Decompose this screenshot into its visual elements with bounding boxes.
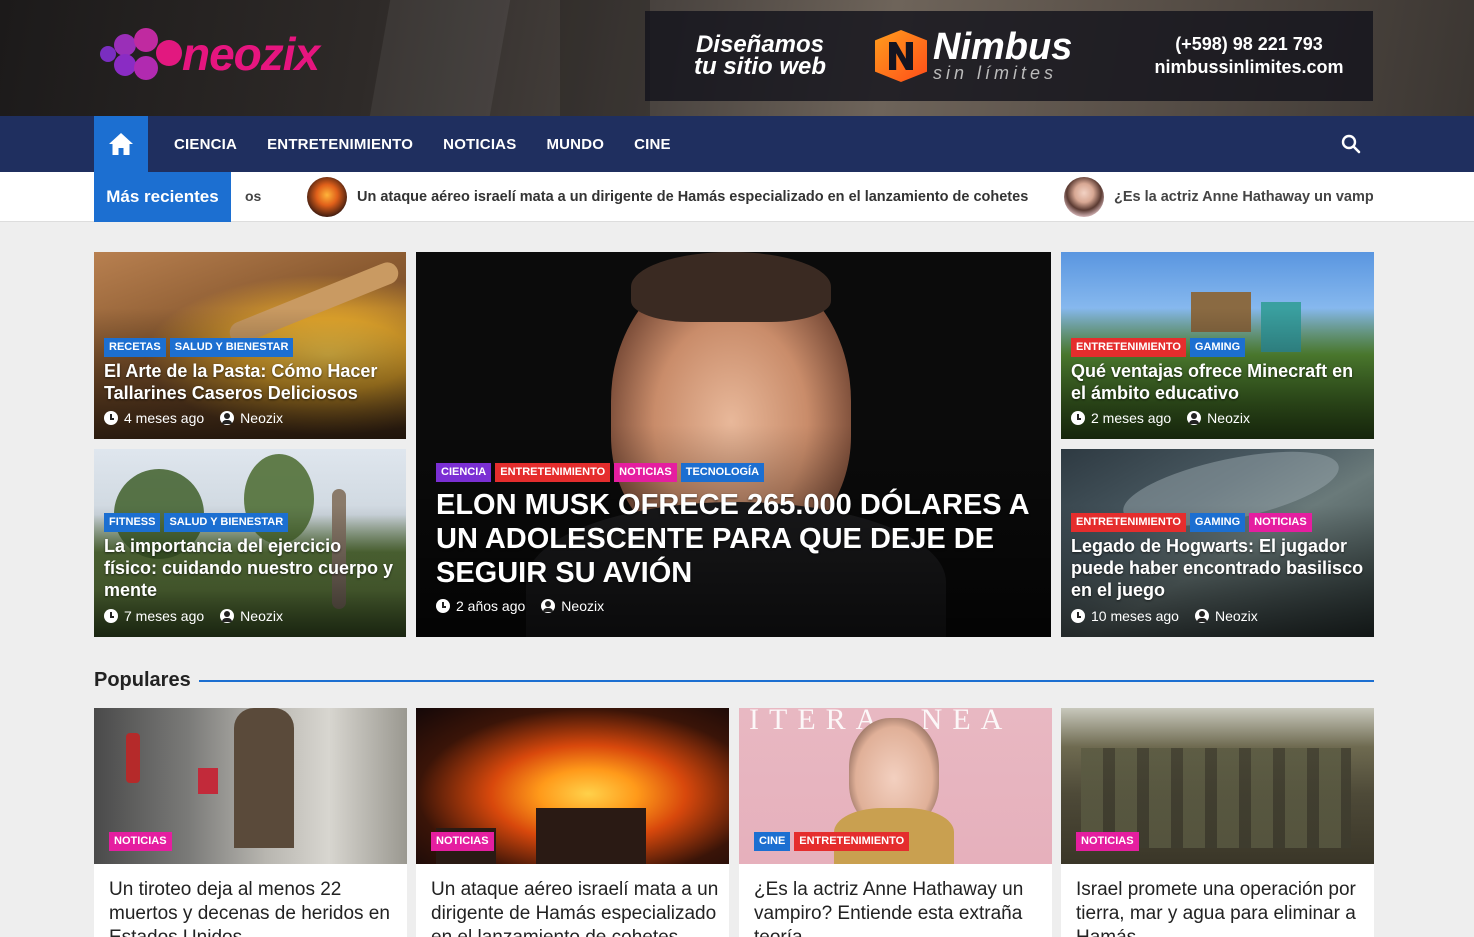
ticker-track: os Un ataque aéreo israelí mata a un dir…: [245, 172, 1373, 222]
ticker-item-title: Un ataque aéreo israelí mata a un dirige…: [357, 189, 1029, 205]
ad-tagline: Diseñamos tu sitio web: [645, 33, 875, 80]
home-button[interactable]: [94, 116, 148, 172]
category-badge[interactable]: NOTICIAS: [109, 832, 172, 851]
user-icon: [1194, 609, 1209, 623]
post-time: 4 meses ago: [124, 410, 205, 426]
popular-card[interactable]: ITERA NEA CINE ENTRETENIMIENTO ¿Es la ac…: [739, 708, 1052, 937]
popular-card-title[interactable]: Un ataque aéreo israelí mata a un dirige…: [431, 878, 721, 937]
clock-icon: [436, 599, 450, 613]
category-badge[interactable]: CINE: [754, 832, 791, 851]
nav-item-mundo[interactable]: MUNDO: [531, 136, 619, 153]
search-icon[interactable]: [1340, 133, 1362, 155]
popular-card[interactable]: NOTICIAS Un ataque aéreo israelí mata a …: [416, 708, 729, 937]
ticker-item[interactable]: Un ataque aéreo israelí mata a un dirige…: [307, 177, 1028, 217]
featured-card-minecraft[interactable]: ENTRETENIMIENTO GAMING Qué ventajas ofre…: [1061, 252, 1374, 439]
card-meta: 2 años ago Neozix: [436, 598, 604, 614]
category-badge[interactable]: NOTICIAS: [431, 832, 494, 851]
category-badge[interactable]: SALUD Y BIENESTAR: [169, 338, 294, 357]
header-background: [369, 0, 511, 116]
clock-icon: [104, 609, 118, 623]
featured-card-main[interactable]: CIENCIA ENTRETENIMIENTO NOTICIAS TECNOLO…: [416, 252, 1051, 637]
card-title[interactable]: La importancia del ejercicio físico: cui…: [104, 535, 399, 601]
clock-icon: [1071, 411, 1085, 425]
nav-item-entretenimiento[interactable]: ENTRETENIMIENTO: [252, 136, 428, 153]
main-navigation: CIENCIA ENTRETENIMIENTO NOTICIAS MUNDO C…: [0, 116, 1474, 172]
popular-card[interactable]: NOTICIAS Israel promete una operación po…: [1061, 708, 1374, 937]
category-badge[interactable]: SALUD Y BIENESTAR: [164, 513, 289, 532]
header-background-shadow: [560, 0, 650, 116]
site-logo[interactable]: neozix: [98, 24, 320, 84]
category-badge[interactable]: ENTRETENIMIENTO: [794, 832, 910, 851]
category-badge[interactable]: FITNESS: [104, 513, 161, 532]
post-author[interactable]: Neozix: [240, 410, 283, 426]
ticker-thumbnail: [1064, 177, 1104, 217]
featured-card-fitness[interactable]: FITNESS SALUD Y BIENESTAR La importancia…: [94, 449, 406, 637]
card-title[interactable]: Legado de Hogwarts: El jugador puede hab…: [1071, 535, 1366, 601]
ad-brand-subtitle: sin límites: [933, 63, 1058, 83]
post-time: 7 meses ago: [124, 608, 205, 624]
featured-card-hogwarts[interactable]: ENTRETENIMIENTO GAMING NOTICIAS Legado d…: [1061, 449, 1374, 637]
latest-ticker: Más recientes os Un ataque aéreo israelí…: [0, 172, 1474, 222]
post-author[interactable]: Neozix: [240, 608, 283, 624]
ticker-item[interactable]: ¿Es la actriz Anne Hathaway un vampi: [1064, 177, 1373, 217]
category-badge[interactable]: NOTICIAS: [1076, 832, 1139, 851]
category-badge[interactable]: GAMING: [1189, 513, 1246, 532]
category-badge[interactable]: RECETAS: [104, 338, 166, 357]
nimbus-logo-icon: [875, 30, 927, 82]
ad-website: nimbussinlimites.com: [1154, 57, 1344, 77]
post-author[interactable]: Neozix: [1207, 410, 1250, 426]
card-meta: 7 meses ago Neozix: [104, 608, 283, 624]
clock-icon: [1071, 609, 1085, 623]
section-divider: [199, 680, 1374, 682]
section-title-populares: Populares: [94, 669, 191, 691]
category-badge[interactable]: NOTICIAS: [1249, 513, 1312, 532]
popular-card-title[interactable]: Israel promete una operación por tierra,…: [1076, 878, 1366, 937]
nav-item-noticias[interactable]: NOTICIAS: [428, 136, 531, 153]
ticker-thumbnail: [307, 177, 347, 217]
post-author[interactable]: Neozix: [561, 598, 604, 614]
ticker-item-title: ¿Es la actriz Anne Hathaway un vampi: [1114, 189, 1373, 205]
nav-item-ciencia[interactable]: CIENCIA: [159, 136, 252, 153]
card-title[interactable]: ELON MUSK OFRECE 265.000 DÓLARES A UN AD…: [436, 488, 1036, 590]
clock-icon: [104, 411, 118, 425]
card-meta: 4 meses ago Neozix: [104, 410, 283, 426]
card-title[interactable]: Qué ventajas ofrece Minecraft en el ámbi…: [1071, 360, 1366, 404]
category-badge[interactable]: ENTRETENIMIENTO: [495, 463, 611, 482]
user-icon: [1187, 411, 1202, 425]
user-icon: [220, 609, 235, 623]
logo-icon: [98, 24, 186, 84]
popular-card-title[interactable]: Un tiroteo deja al menos 22 muertos y de…: [109, 878, 399, 937]
category-badge[interactable]: NOTICIAS: [614, 463, 677, 482]
logo-text: neozix: [182, 28, 320, 80]
featured-card-pasta[interactable]: RECETAS SALUD Y BIENESTAR El Arte de la …: [94, 252, 406, 439]
user-icon: [220, 411, 235, 425]
popular-card[interactable]: NOTICIAS Un tiroteo deja al menos 22 mue…: [94, 708, 407, 937]
header-ad-banner[interactable]: Diseñamos tu sitio web Nimbus sin límite…: [645, 11, 1373, 101]
card-meta: 10 meses ago Neozix: [1071, 608, 1258, 624]
ad-brand-name: Nimbus: [933, 26, 1073, 68]
category-badge[interactable]: CIENCIA: [436, 463, 492, 482]
card-title[interactable]: El Arte de la Pasta: Cómo Hacer Tallarin…: [104, 360, 399, 404]
category-badge[interactable]: TECNOLOGÍA: [680, 463, 765, 482]
ad-brand: Nimbus sin límites: [875, 26, 1125, 83]
category-badge[interactable]: GAMING: [1189, 338, 1246, 357]
category-badge[interactable]: ENTRETENIMIENTO: [1071, 338, 1186, 357]
hair-image: [631, 252, 831, 322]
site-header: neozix Diseñamos tu sitio web Nimbus sin…: [0, 0, 1474, 116]
ticker-label: Más recientes: [94, 172, 231, 222]
home-icon: [109, 133, 133, 155]
category-badge[interactable]: ENTRETENIMIENTO: [1071, 513, 1186, 532]
user-icon: [541, 599, 556, 613]
popular-card-title[interactable]: ¿Es la actriz Anne Hathaway un vampiro? …: [754, 878, 1044, 937]
ad-phone: (+598) 98 221 793: [1175, 34, 1323, 54]
post-time: 2 años ago: [456, 598, 526, 614]
ad-contact: (+598) 98 221 793 nimbussinlimites.com: [1125, 33, 1373, 79]
nav-item-cine[interactable]: CINE: [619, 136, 686, 153]
ad-tagline-line2: tu sitio web: [694, 53, 826, 80]
post-time: 10 meses ago: [1091, 608, 1179, 624]
post-author[interactable]: Neozix: [1215, 608, 1258, 624]
card-meta: 2 meses ago Neozix: [1071, 410, 1250, 426]
ticker-fragment: os: [245, 188, 262, 204]
post-time: 2 meses ago: [1091, 410, 1172, 426]
